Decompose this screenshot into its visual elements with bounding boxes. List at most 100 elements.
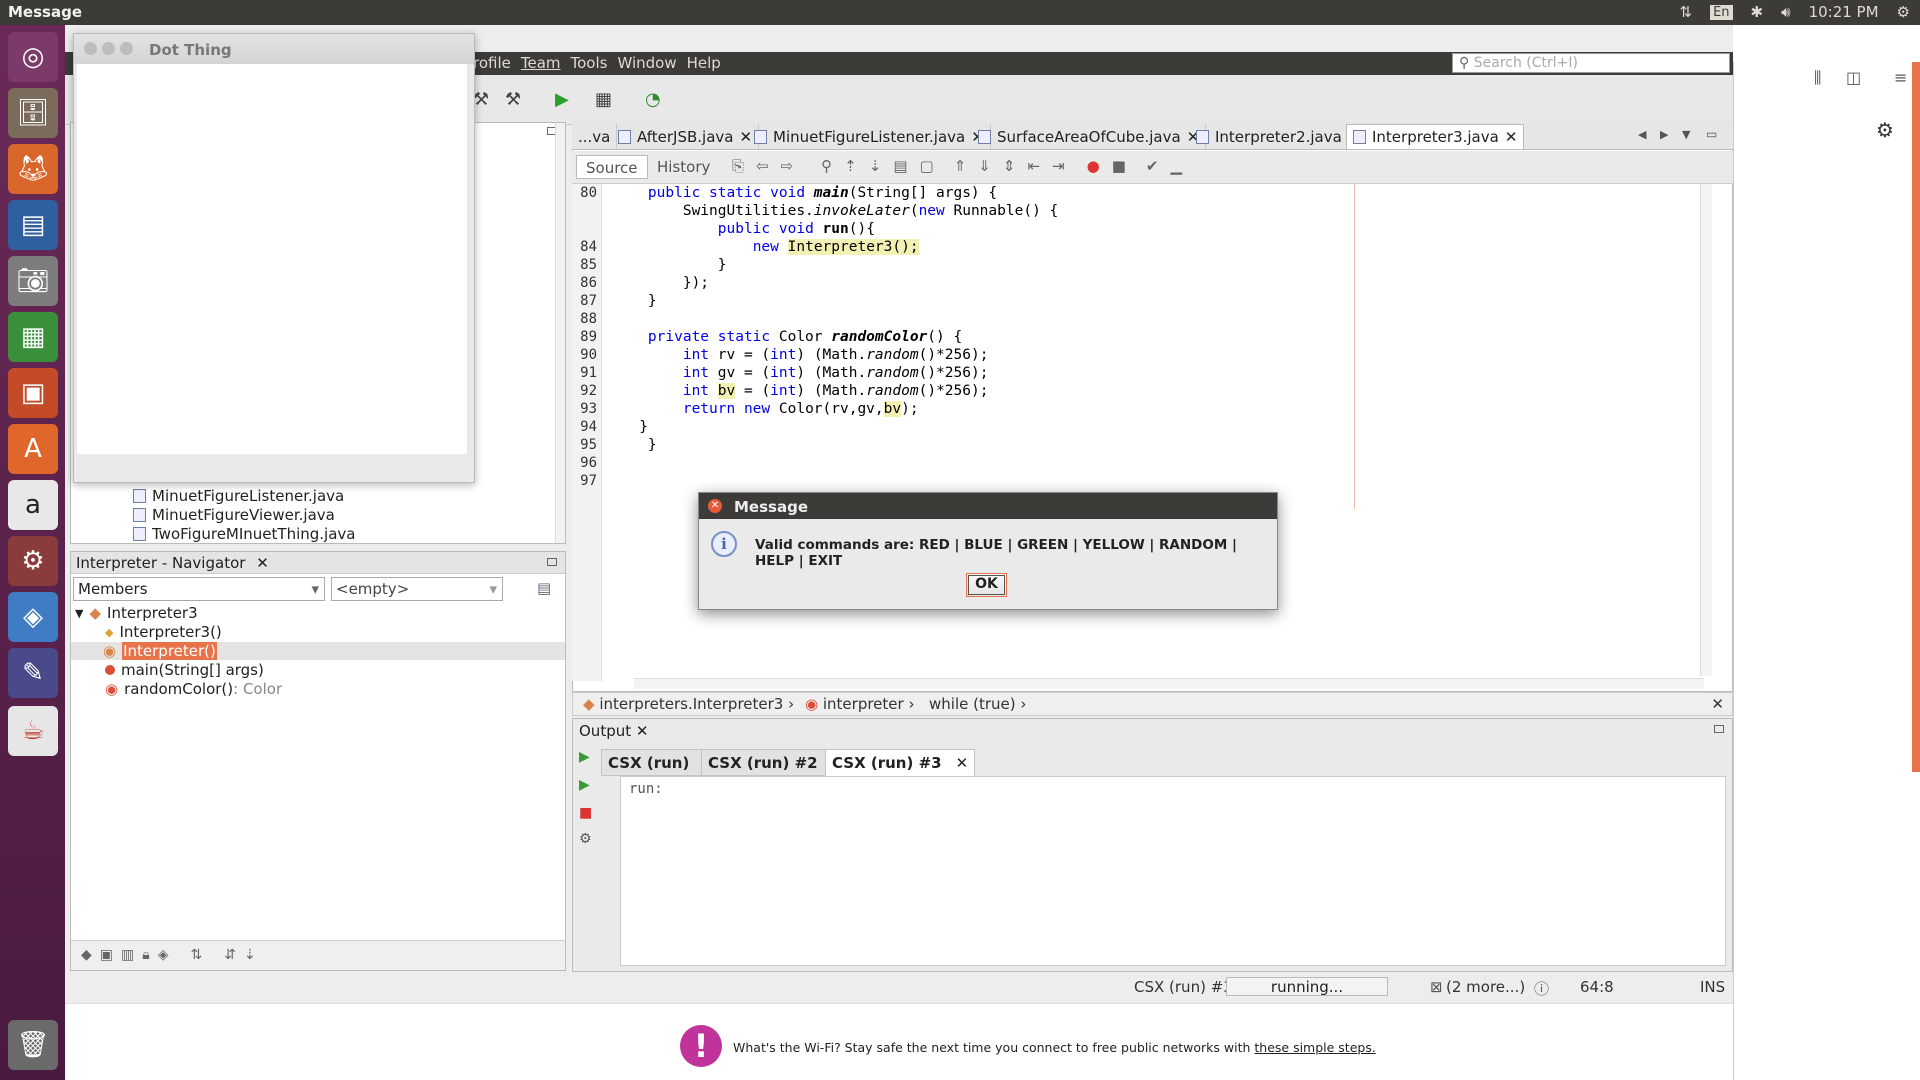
close-icon[interactable]: ✕ — [1711, 695, 1724, 713]
find-next-icon[interactable]: ⇣ — [869, 157, 882, 175]
close-icon[interactable] — [84, 42, 97, 55]
inherited-filter-icon[interactable]: ◈ — [158, 947, 169, 964]
output-text-area[interactable]: run: — [620, 776, 1726, 966]
start-icon[interactable]: ✔ — [1146, 157, 1159, 175]
rerun-modified-icon[interactable]: ▶ — [579, 777, 590, 793]
camera-icon[interactable]: 📷︎ — [8, 256, 58, 306]
dialog-titlebar[interactable]: ✕ Message — [699, 493, 1277, 519]
source-tab[interactable]: Source — [576, 155, 648, 179]
cancel-icon[interactable]: ⊠ — [1430, 978, 1443, 996]
navigator-member[interactable]: ◉ randomColor() : Color — [105, 680, 282, 698]
find-prev-icon[interactable]: ⇡ — [844, 157, 857, 175]
writer-icon[interactable]: ▤ — [8, 200, 58, 250]
maximize-icon[interactable] — [120, 42, 133, 55]
tab-truncated[interactable]: ...va — [572, 124, 618, 149]
toggle-bookmark-icon[interactable]: ⇕ — [1003, 157, 1016, 175]
build-icon[interactable]: ⚒ — [473, 89, 495, 111]
keyboard-layout[interactable]: En — [1710, 4, 1733, 20]
progress-bar[interactable]: running... — [1226, 977, 1388, 996]
record-macro-icon[interactable]: ● — [1087, 157, 1100, 175]
empty-filter[interactable]: <empty> ▾ — [331, 577, 503, 601]
last-edit-icon[interactable]: ⎘ — [732, 157, 744, 175]
maximize-icon[interactable]: ▭ — [1706, 127, 1717, 141]
run-icon[interactable]: ▶ — [555, 89, 577, 111]
tab-list-icon[interactable]: ▼ — [1682, 128, 1690, 141]
dot-thing-titlebar[interactable]: Dot Thing — [74, 34, 474, 64]
sidebar-icon[interactable]: ◫ — [1846, 68, 1861, 87]
scrollbar[interactable] — [555, 123, 565, 543]
breadcrumb-method[interactable]: ◉ interpreter › — [805, 695, 914, 713]
status-more[interactable]: (2 more...) — [1446, 978, 1525, 996]
menu-team[interactable]: Team — [521, 54, 561, 72]
tab-interpreter3[interactable]: Interpreter3.java ✕ — [1346, 124, 1525, 149]
scrollbar[interactable] — [1912, 62, 1920, 772]
virtualbox-icon[interactable]: ◈ — [8, 592, 58, 642]
settings-gear-icon[interactable]: ⚙ — [1897, 3, 1910, 21]
clock[interactable]: 10:21 PM — [1809, 3, 1879, 21]
output-tab-active[interactable]: CSX (run) #3 ✕ — [825, 749, 976, 776]
find-icon[interactable]: ⚲ — [821, 157, 832, 175]
toggle-highlight-icon[interactable]: ▤ — [893, 157, 907, 175]
shift-right-icon[interactable]: ⇥ — [1052, 157, 1065, 175]
notifications-icon[interactable]: ⓘ — [1534, 978, 1549, 999]
toggle-selection-icon[interactable]: ▢ — [920, 157, 934, 175]
lock-icon[interactable]: 🔒︎ — [142, 947, 149, 964]
minimize-icon[interactable] — [1714, 725, 1724, 733]
system-settings-icon[interactable]: ⚙ — [8, 536, 58, 586]
profile-icon[interactable]: ◔ — [645, 89, 667, 111]
impress-icon[interactable]: ▣ — [8, 368, 58, 418]
notification-link[interactable]: these simple steps. — [1254, 1040, 1375, 1055]
menu-tools[interactable]: Tools — [571, 54, 608, 72]
editor-horizontal-scrollbar[interactable] — [634, 678, 1704, 689]
trash-icon[interactable]: 🗑︎ — [8, 1020, 58, 1070]
editor-vertical-scrollbar[interactable] — [1700, 184, 1712, 676]
breadcrumb-class[interactable]: ◆ interpreters.Interpreter3 › — [583, 695, 794, 713]
scroll-right-icon[interactable]: ▶ — [1660, 128, 1668, 141]
filter-options-icon[interactable]: ▤ — [537, 579, 551, 597]
stop-icon[interactable]: ■ — [579, 805, 592, 821]
list-item[interactable]: MinuetFigureViewer.java — [133, 506, 335, 524]
clean-build-icon[interactable]: ⚒ — [505, 89, 527, 111]
menu-icon[interactable]: ≡ — [1894, 68, 1907, 87]
search-input[interactable]: ⚲ Search (Ctrl+I) — [1452, 53, 1730, 73]
debug-icon[interactable]: ▦ — [595, 89, 617, 111]
tab-interpreter2[interactable]: Interpreter2.java✕ — [1190, 124, 1368, 149]
sort-source-icon[interactable]: ⇣ — [244, 947, 256, 964]
done-icon[interactable]: ▁ — [1170, 157, 1182, 175]
navigator-member[interactable]: main(String[] args) — [105, 661, 264, 679]
dot-canvas[interactable] — [77, 64, 467, 454]
prev-bookmark-icon[interactable]: ⇑ — [954, 157, 967, 175]
menu-profile[interactable]: rofile — [473, 54, 511, 72]
breadcrumb-block[interactable]: while (true) › — [929, 695, 1026, 713]
shift-left-icon[interactable]: ⇤ — [1027, 157, 1040, 175]
network-icon[interactable]: ⇅ — [1680, 3, 1693, 21]
static-filter-icon[interactable]: ▣ — [100, 947, 113, 964]
java-icon[interactable]: ☕︎ — [8, 706, 58, 756]
bluetooth-icon[interactable]: ✱ — [1751, 3, 1764, 21]
gear-icon[interactable]: ⚙ — [1876, 118, 1894, 142]
list-item[interactable]: TwoFigureMInuetThing.java — [133, 525, 355, 543]
tab-afterjsb[interactable]: AfterJSB.java ✕ — [612, 124, 760, 149]
tab-minuetfigurelistener[interactable]: MinuetFigureListener.java✕ — [748, 124, 991, 149]
rerun-icon[interactable]: ▶ — [579, 749, 590, 765]
editor-icon[interactable]: ✎ — [8, 648, 58, 698]
software-center-icon[interactable]: A — [8, 424, 58, 474]
members-filter[interactable]: Members ▾ — [73, 577, 325, 601]
navigator-member[interactable]: ◆ Interpreter3() — [105, 623, 222, 641]
menu-help[interactable]: Help — [687, 54, 721, 72]
sort-icon[interactable]: ⇅ — [190, 947, 202, 964]
output-title[interactable]: Output ✕ — [579, 722, 648, 740]
close-icon[interactable]: ✕ — [256, 554, 269, 572]
firefox-icon[interactable]: 🦊︎ — [8, 144, 58, 194]
list-item[interactable]: MinuetFigureListener.java — [133, 487, 344, 505]
minimize-icon[interactable] — [547, 558, 557, 566]
ok-button[interactable]: OK — [966, 573, 1007, 597]
close-icon[interactable]: ✕ — [956, 754, 969, 772]
close-icon[interactable]: ✕ — [1505, 128, 1518, 146]
files-icon[interactable]: 🗄︎ — [8, 88, 58, 138]
sort-name-icon[interactable]: ⇵ — [224, 947, 236, 964]
minimize-icon[interactable] — [102, 42, 115, 55]
amazon-icon[interactable]: a — [8, 480, 58, 530]
fields-filter-icon[interactable]: ◆ — [81, 947, 92, 964]
scroll-left-icon[interactable]: ◀ — [1638, 128, 1646, 141]
